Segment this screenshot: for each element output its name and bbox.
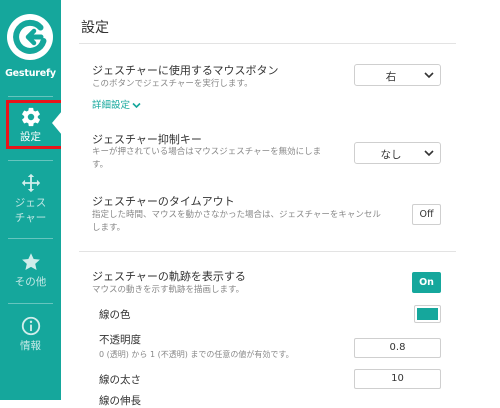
timeout-description: 指定した時間、マウスを動かさなかった場合は、ジェスチャーをキャンセル します。 — [92, 210, 381, 233]
trail-color-picker[interactable] — [414, 305, 441, 323]
mouse-button-description: このボタンでジェスチャーを実行します。 — [92, 79, 253, 89]
sidebar-item-label: その他 — [14, 276, 47, 288]
app-logo: Gesturefy — [0, 0, 61, 92]
nav-divider — [8, 303, 53, 304]
star-icon — [21, 253, 40, 270]
trail-opacity-label: 不透明度 — [99, 334, 141, 346]
chevron-down-icon — [424, 150, 434, 157]
timeout-toggle[interactable]: Off — [412, 204, 441, 225]
timeout-title: ジェスチャーのタイムアウト — [92, 195, 235, 208]
suppression-key-description: キーが押されている場合はマウスジェスチャーを無効にしま す。 — [92, 147, 322, 170]
color-swatch-fill — [417, 308, 438, 320]
suppression-key-select[interactable]: なし — [354, 142, 441, 164]
advanced-settings-label: 詳細設定 — [92, 100, 131, 111]
trail-opacity-input[interactable]: 0.8 — [354, 338, 441, 358]
nav-divider — [8, 160, 53, 161]
trail-growth-label: 線の伸長 — [99, 395, 141, 407]
select-value: なし — [380, 149, 402, 161]
nav-divider — [8, 238, 53, 239]
gesturefy-logo-icon — [7, 14, 53, 60]
sidebar-item-label: ジェス チャー — [14, 197, 47, 224]
app-name: Gesturefy — [5, 68, 56, 79]
trail-opacity-description: 0 (透明) から 1 (不透明) までの任意の値が有効です。 — [99, 350, 294, 359]
select-value: 右 — [385, 71, 397, 83]
page-title: 設定 — [81, 20, 109, 36]
chevron-down-icon — [424, 72, 434, 79]
chevron-down-icon — [132, 102, 141, 109]
suppression-key-title: ジェスチャー抑制キー — [92, 133, 202, 146]
nav-divider — [8, 96, 53, 97]
trail-title: ジェスチャーの軌跡を表示する — [92, 270, 246, 283]
trail-width-label: 線の太さ — [99, 374, 141, 386]
sidebar-item-other[interactable]: その他 — [0, 251, 61, 290]
sidebar-item-about[interactable]: 情報 — [0, 315, 61, 354]
trail-color-label: 線の色 — [99, 309, 131, 321]
trail-description: マウスの動きを示す軌跡を描画します。 — [92, 285, 245, 295]
advanced-settings-link[interactable]: 詳細設定 — [92, 97, 141, 111]
section-divider — [79, 251, 456, 252]
trail-toggle[interactable]: On — [412, 272, 441, 293]
settings-panel: 設定 ジェスチャーに使用するマウスボタン このボタンでジェスチャーを実行します。… — [61, 0, 500, 407]
section-divider — [79, 43, 456, 44]
sidebar-item-gestures[interactable]: ジェス チャー — [0, 172, 61, 226]
sidebar-item-label: 情報 — [20, 340, 41, 352]
mouse-button-select[interactable]: 右 — [354, 64, 441, 86]
sidebar: Gesturefy 設定 ジェス チャー その他 情報 — [0, 0, 61, 400]
mouse-button-title: ジェスチャーに使用するマウスボタン — [92, 64, 279, 77]
info-icon — [21, 316, 40, 336]
move-arrows-icon — [21, 173, 40, 193]
highlight-box — [6, 100, 67, 149]
trail-width-input[interactable]: 10 — [354, 369, 441, 389]
